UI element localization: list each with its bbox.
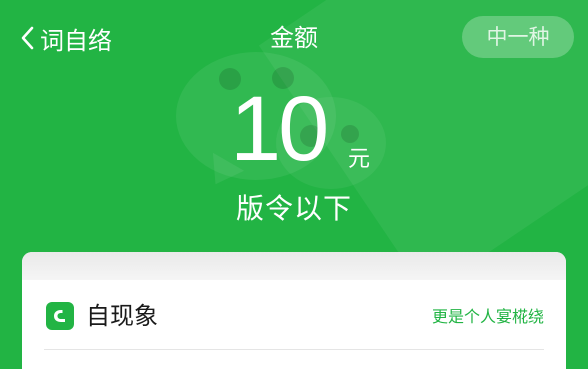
wechat-phone-icon bbox=[46, 302, 74, 330]
amount-unit: 元 bbox=[348, 147, 371, 172]
top-bar: 词自络 金额 中一种 bbox=[0, 0, 588, 75]
card-link[interactable]: 更是个人宴椛绕 bbox=[432, 306, 544, 328]
amount-display: 10 元 bbox=[220, 74, 420, 184]
phone-glyph-icon bbox=[54, 310, 65, 322]
info-card: 自现象 更是个人宴椛绕 bbox=[22, 252, 566, 369]
amount-subtitle: 版令以下 bbox=[235, 192, 352, 225]
hero-background: 词自络 金额 中一种 10 元 版令以下 自现象 更是个人宴椛绕 bbox=[0, 0, 588, 369]
top-right-action-button[interactable]: 中一种 bbox=[462, 16, 574, 58]
divider bbox=[44, 349, 544, 350]
card-top-bar bbox=[22, 252, 566, 280]
app-name: 自现象 bbox=[86, 302, 158, 330]
amount-value: 10 bbox=[230, 78, 329, 180]
